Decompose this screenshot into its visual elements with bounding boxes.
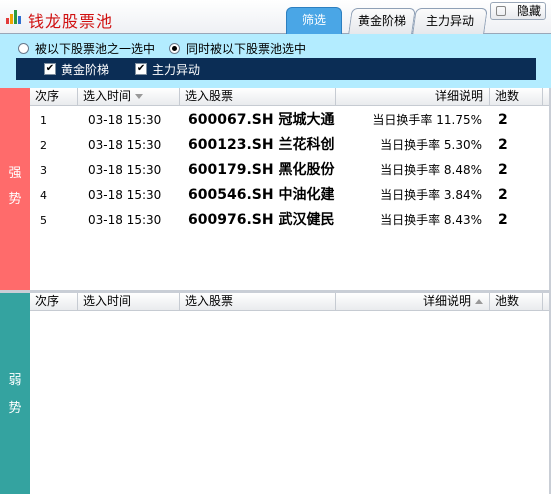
col-pool[interactable]: 池数 xyxy=(490,88,543,106)
radio-all-label[interactable]: 同时被以下股票池选中 xyxy=(186,40,306,57)
row-detail: 当日换手率 8.48% xyxy=(380,163,482,177)
tab-filter[interactable]: 筛选 xyxy=(286,7,342,35)
row-detail: 当日换手率 11.75% xyxy=(372,113,482,127)
row-pool-count: 2 xyxy=(498,162,508,178)
row-time: 03-18 15:30 xyxy=(88,163,162,177)
row-detail: 当日换手率 5.30% xyxy=(380,138,482,152)
filter-panel: 被以下股票池之一选中 同时被以下股票池选中 ✔ 黄金阶梯 ✔ 主力异动 xyxy=(0,34,551,88)
weak-section: 弱 势 次序 选入时间 选入股票 详细说明 池数 xyxy=(0,290,551,494)
row-stock: 600976.SH 武汉健民 xyxy=(188,212,335,228)
col-idx-label: 次序 xyxy=(35,294,60,308)
weak-label-2: 势 xyxy=(8,401,22,416)
table-row[interactable]: 4 03-18 15:30 600546.SH 中油化建 当日换手率 3.84%… xyxy=(30,183,551,208)
app-logo-icon xyxy=(6,10,22,24)
table-row[interactable]: 5 03-18 15:30 600976.SH 武汉健民 当日换手率 8.43%… xyxy=(30,208,551,233)
col-stock-label: 选入股票 xyxy=(185,89,234,103)
col-idx-label: 次序 xyxy=(35,89,60,103)
col-pool-label: 池数 xyxy=(495,294,520,308)
col-detail[interactable]: 详细说明 xyxy=(336,293,490,311)
row-index: 2 xyxy=(40,139,47,152)
row-stock: 600123.SH 兰花科创 xyxy=(188,137,335,153)
row-time: 03-18 15:30 xyxy=(88,138,162,152)
radio-all[interactable] xyxy=(169,42,181,54)
row-time: 03-18 15:30 xyxy=(88,213,162,227)
row-stock: 600546.SH 中油化建 xyxy=(188,187,335,203)
checkbox-golden-ladder[interactable]: ✔ xyxy=(44,63,56,75)
tab-main-force[interactable]: 主力异动 xyxy=(412,8,488,34)
strong-table-body: 1 03-18 15:30 600067.SH 冠城大通 当日换手率 11.75… xyxy=(30,108,551,233)
weak-label-1: 弱 xyxy=(8,373,22,388)
col-time[interactable]: 选入时间 xyxy=(78,88,180,106)
row-detail: 当日换手率 3.84% xyxy=(380,188,482,202)
checkbox-main-force[interactable]: ✔ xyxy=(135,63,148,75)
table-row[interactable]: 3 03-18 15:30 600179.SH 黑化股份 当日换手率 8.48%… xyxy=(30,158,551,183)
col-detail-label: 详细说明 xyxy=(434,89,483,103)
strong-section: 强 势 次序 选入时间 选入股票 详细说明 池数 1 03-18 15:30 6… xyxy=(0,88,551,290)
col-detail-label: 详细说明 xyxy=(422,294,471,308)
strong-label-1: 强 xyxy=(8,166,22,181)
row-pool-count: 2 xyxy=(498,112,508,128)
strong-label-2: 势 xyxy=(8,192,22,207)
checkbox-main-force-label[interactable]: 主力异动 xyxy=(152,61,200,78)
row-index: 5 xyxy=(40,214,47,227)
weak-table-header: 次序 选入时间 选入股票 详细说明 池数 xyxy=(30,293,551,311)
strong-table-header: 次序 选入时间 选入股票 详细说明 池数 xyxy=(30,88,551,106)
app-title: 钱龙股票池 xyxy=(28,12,114,31)
strong-side-bar: 强 势 xyxy=(0,88,30,290)
col-detail[interactable]: 详细说明 xyxy=(336,88,490,106)
col-pool-label: 池数 xyxy=(495,89,520,103)
radio-group: 被以下股票池之一选中 同时被以下股票池选中 xyxy=(18,40,320,56)
col-stock[interactable]: 选入股票 xyxy=(180,88,336,106)
col-time-label: 选入时间 xyxy=(83,89,132,103)
row-time: 03-18 15:30 xyxy=(88,188,162,202)
col-idx[interactable]: 次序 xyxy=(30,293,78,311)
col-idx[interactable]: 次序 xyxy=(30,88,78,106)
table-row[interactable]: 1 03-18 15:30 600067.SH 冠城大通 当日换手率 11.75… xyxy=(30,108,551,133)
title-bar: 钱龙股票池 筛选 黄金阶梯 主力异动 隐藏 xyxy=(0,0,551,35)
radio-any-label[interactable]: 被以下股票池之一选中 xyxy=(35,40,155,57)
tab-filter-label: 筛选 xyxy=(301,13,326,27)
hide-icon xyxy=(496,6,506,16)
row-pool-count: 2 xyxy=(498,187,508,203)
col-pool[interactable]: 池数 xyxy=(490,293,543,311)
col-time[interactable]: 选入时间 xyxy=(78,293,180,311)
hide-button[interactable]: 隐藏 xyxy=(490,2,546,20)
col-stock-label: 选入股票 xyxy=(185,294,234,308)
weak-side-bar: 弱 势 xyxy=(0,293,30,494)
sort-asc-icon xyxy=(475,299,483,304)
hide-button-label: 隐藏 xyxy=(516,4,541,18)
row-pool-count: 2 xyxy=(498,137,508,153)
row-index: 3 xyxy=(40,164,47,177)
pool-condition-bar: ✔ 黄金阶梯 ✔ 主力异动 xyxy=(16,58,536,80)
row-time: 03-18 15:30 xyxy=(88,113,162,127)
radio-any[interactable] xyxy=(18,42,29,54)
row-stock: 600179.SH 黑化股份 xyxy=(188,162,335,178)
checkbox-golden-ladder-label[interactable]: 黄金阶梯 xyxy=(61,61,109,78)
sort-desc-icon xyxy=(135,94,144,99)
tab-main-force-label: 主力异动 xyxy=(425,14,474,28)
table-row[interactable]: 2 03-18 15:30 600123.SH 兰花科创 当日换手率 5.30%… xyxy=(30,133,551,158)
tab-golden-ladder[interactable]: 黄金阶梯 xyxy=(348,8,416,34)
row-index: 4 xyxy=(40,189,47,202)
row-index: 1 xyxy=(40,114,47,127)
row-pool-count: 2 xyxy=(498,212,508,228)
row-stock: 600067.SH 冠城大通 xyxy=(188,112,335,128)
tab-golden-ladder-label: 黄金阶梯 xyxy=(357,14,406,28)
row-detail: 当日换手率 8.43% xyxy=(380,213,482,227)
col-time-label: 选入时间 xyxy=(83,294,132,308)
col-stock[interactable]: 选入股票 xyxy=(180,293,336,311)
